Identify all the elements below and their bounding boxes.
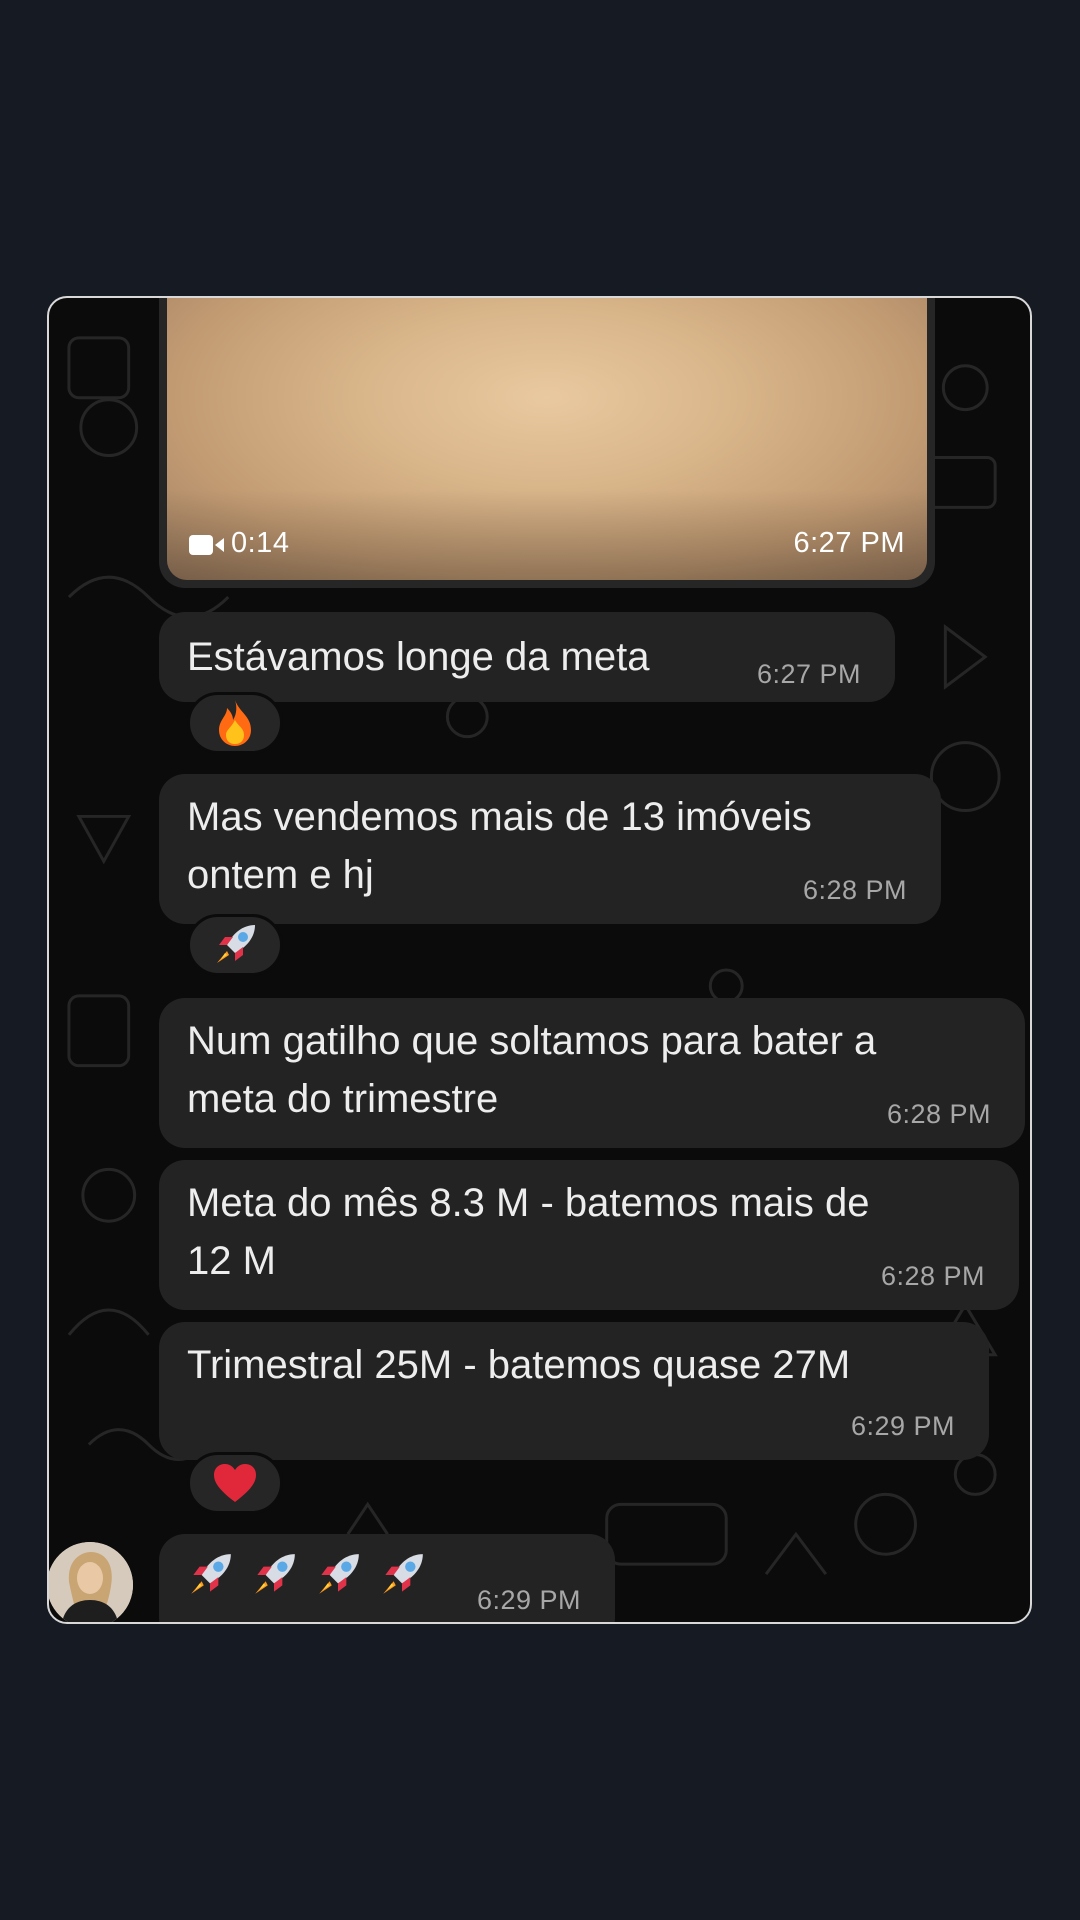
message-text: Meta do mês 8.3 M - batemos mais de 12 M — [187, 1181, 870, 1283]
message-text: Num gatilho que soltamos para bater a me… — [187, 1019, 877, 1121]
video-thumbnail[interactable]: 0:14 6:27 PM — [167, 298, 927, 580]
message-bubble[interactable]: Num gatilho que soltamos para bater a me… — [159, 998, 1025, 1148]
rocket-emoji-icon — [217, 925, 255, 963]
emoji-row — [185, 1550, 427, 1600]
message-text: Estávamos longe da meta — [187, 635, 650, 679]
message-timestamp: 6:29 PM — [850, 1411, 955, 1441]
rocket-emoji-icon — [255, 1554, 295, 1594]
message-text: Mas vendemos mais de 13 imóveis ontem e … — [187, 795, 812, 897]
message-bubble[interactable]: Meta do mês 8.3 M - batemos mais de 12 M… — [159, 1160, 1019, 1310]
rocket-emoji-icon — [383, 1554, 423, 1594]
video-camera-icon — [189, 535, 224, 555]
person-avatar-icon — [49, 1542, 133, 1622]
message-timestamp: 6:28 PM — [880, 1261, 985, 1291]
message-reaction[interactable] — [187, 914, 283, 976]
message-text: Trimestral 25M - batemos quase 27M — [187, 1343, 851, 1387]
message-timestamp: 6:27 PM — [756, 659, 861, 689]
fire-emoji-icon — [219, 700, 251, 746]
message-timestamp: 6:28 PM — [802, 875, 907, 905]
sender-avatar[interactable] — [49, 1542, 133, 1622]
heart-emoji-icon — [214, 1464, 256, 1502]
video-duration: 0:14 — [231, 527, 290, 559]
message-reaction[interactable] — [187, 692, 283, 754]
chat-screenshot-card: 0:14 6:27 PM Estávamos longe da meta 6:2… — [47, 296, 1032, 1624]
rocket-emoji-icon — [191, 1554, 231, 1594]
video-timestamp: 6:27 PM — [793, 527, 905, 559]
message-timestamp: 6:29 PM — [476, 1585, 581, 1615]
message-bubble[interactable]: Mas vendemos mais de 13 imóveis ontem e … — [159, 774, 941, 924]
message-bubble[interactable]: 6:29 PM — [159, 1534, 615, 1622]
message-timestamp: 6:28 PM — [886, 1099, 991, 1129]
rocket-emoji-icon — [319, 1554, 359, 1594]
message-bubble[interactable]: Trimestral 25M - batemos quase 27M 6:29 … — [159, 1322, 989, 1460]
message-bubble[interactable]: Estávamos longe da meta 6:27 PM — [159, 612, 895, 702]
video-message-bubble[interactable]: 0:14 6:27 PM — [159, 298, 935, 588]
message-reaction[interactable] — [187, 1452, 283, 1514]
